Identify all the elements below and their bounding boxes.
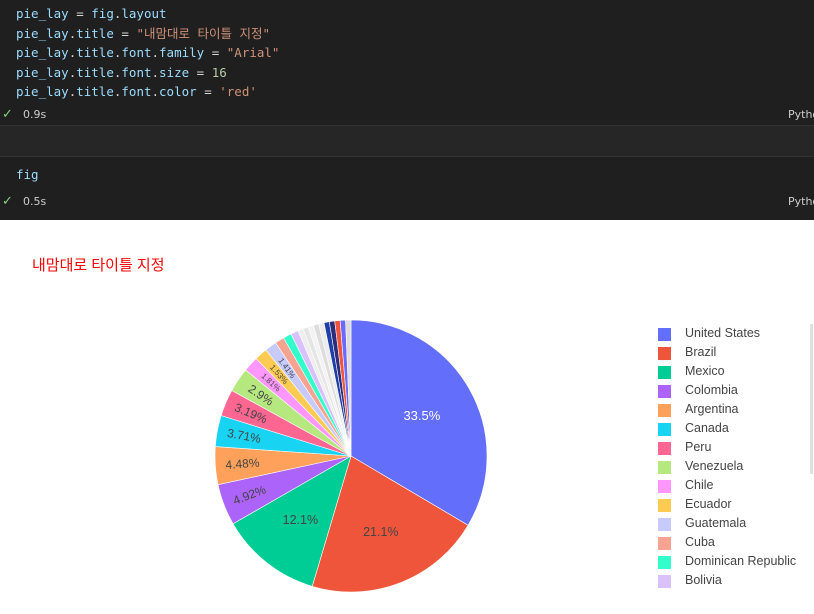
code-token: "내맘대로 타이틀 지정" [136,25,271,41]
execution-time: 0.5s [23,195,47,208]
code-line: pie_lay.title.font.size = 16 [16,63,279,83]
code-token: = [189,64,212,80]
code-token: . [151,64,160,80]
code-token: font [121,45,152,60]
code-editor[interactable]: pie_lay = fig.layout pie_lay.title = "내맘대… [16,4,279,102]
code-token: pie_lay [16,64,69,80]
plot-output: 내맘대로 타이틀 지정 33.5% 21.1% 12.1% 4.92% 4.48% 3.7… [0,220,814,614]
code-editor[interactable]: fig [16,167,39,182]
code-line: pie_lay = fig.layout [16,4,279,24]
legend-label: Mexico [685,364,725,378]
code-token: = [204,45,227,60]
legend-swatch [658,366,671,379]
code-token: color [159,84,197,99]
pie-slice-label: 33.5% [403,408,440,423]
code-token: title [76,84,114,99]
execution-time: 0.9s [23,108,47,121]
legend-label: Venezuela [685,459,744,473]
legend-swatch [658,328,671,341]
legend-label: Bolivia [685,573,722,587]
cell-gap [0,126,814,156]
legend-swatch [658,499,671,512]
code-token: font [121,64,152,80]
code-line: pie_lay.title = "내맘대로 타이틀 지정" [16,24,279,44]
legend-swatch [658,480,671,493]
legend-label: Peru [685,440,712,454]
pie-slice-label: 21.1% [363,525,398,539]
legend-label: Guatemala [685,516,747,530]
code-token: family [159,45,205,60]
pie-slices: 33.5%21.1%12.1%4.92%4.48%3.71%3.19%2.9%1… [214,319,488,593]
code-token: . [151,45,160,60]
code-token: = [196,84,220,99]
legend-swatch [658,385,671,398]
code-token: = [68,6,92,21]
code-token: title [76,64,114,80]
legend-swatch [658,442,671,455]
code-token: 16 [211,64,227,80]
code-token: pie_lay [16,25,69,41]
kernel-language[interactable]: Python [788,108,814,121]
code-token: size [159,64,190,80]
legend-swatch [658,461,671,474]
legend-swatch [658,537,671,550]
code-token: 'red' [219,84,257,99]
cell-status-bar: ✓ 0.9s Python [0,105,814,125]
kernel-language[interactable]: Python [788,195,814,208]
cell-status-bar: ✓ 0.5s Python [0,192,814,212]
legend-label: Ecuador [685,497,732,511]
code-token: font [121,84,152,99]
legend-label: Argentina [685,402,739,416]
legend-label: Brazil [685,345,717,359]
legend-swatch [658,518,671,531]
code-line: pie_lay.title.font.family = "Arial" [16,43,279,63]
code-token: layout [121,6,167,21]
legend-label: Chile [685,478,714,492]
code-token: . [151,84,160,99]
code-token: title [76,25,114,41]
check-icon: ✓ [2,194,13,209]
legend-swatch [658,404,671,417]
code-token: fig [91,6,114,21]
code-token: pie_lay [16,45,69,60]
legend-swatch [658,556,671,569]
code-token: pie_lay [16,84,69,99]
legend-label: Canada [685,421,729,435]
legend-label: United States [685,326,761,340]
code-token: pie_lay [16,6,69,21]
legend-scrollbar[interactable] [810,324,813,474]
code-line: pie_lay.title.font.color = 'red' [16,82,279,102]
pie-slice-label: 4.48% [225,456,260,472]
code-token: title [76,45,114,60]
check-icon: ✓ [2,107,13,122]
legend-label: Cuba [685,535,715,549]
pie-slice-label: 12.1% [283,513,318,527]
legend-label: Colombia [685,383,738,397]
legend-label: Dominican Republic [685,554,797,568]
code-token: "Arial" [226,45,280,60]
legend-swatch [658,575,671,588]
legend-swatch [658,423,671,436]
code-token: = [113,25,137,41]
legend-swatch [658,347,671,360]
